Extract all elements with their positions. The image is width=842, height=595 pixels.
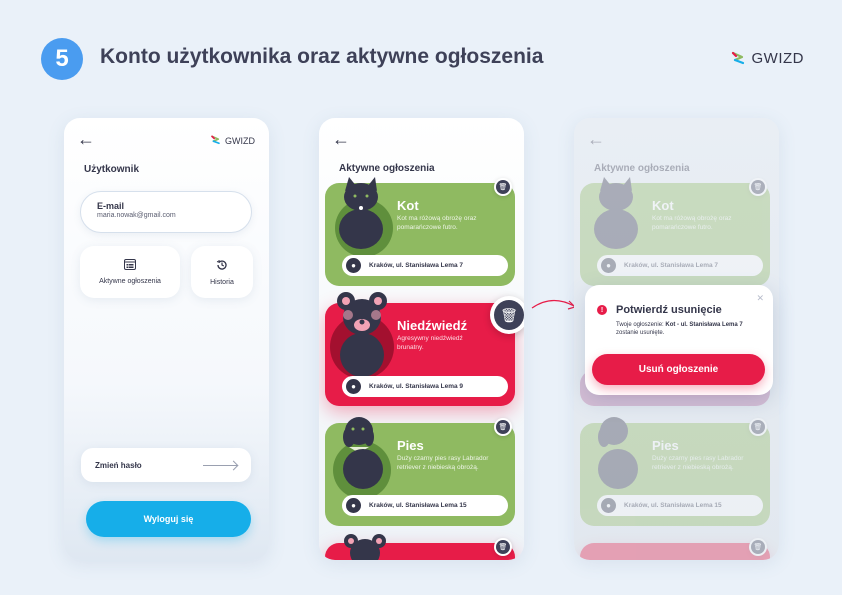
section-title: Aktywne ogłoszenia [594, 163, 690, 174]
email-label: E-mail [97, 201, 125, 211]
message-item: Kot - ul. Stanisława Lema 7 [665, 322, 743, 328]
brand-logo-small: GWIZD [210, 135, 255, 146]
trash-icon: 🗑 [496, 180, 510, 194]
close-icon[interactable]: ✕ [756, 293, 764, 304]
ad-title: Pies [652, 438, 679, 453]
delete-ad-button[interactable]: 🗑 [494, 178, 512, 196]
ad-address: ● Kraków, ul. Stanisława Lema 7 [342, 255, 508, 276]
location-pin-icon: ● [601, 498, 616, 513]
ad-description: Kot ma różową obrożę oraz pomarańczowe f… [397, 215, 477, 231]
ad-address: ● Kraków, ul. Stanisława Lema 9 [342, 376, 508, 397]
ad-description: Kot ma różową obrożę oraz pomarańczowe f… [652, 215, 732, 231]
trash-icon: 🗑 [494, 300, 524, 330]
message-prefix: Twoje ogłoszenie: [616, 322, 664, 328]
ad-address: ● Kraków, ul. Stanisława Lema 15 [342, 495, 508, 516]
step-number-badge: 5 [41, 38, 83, 80]
gwizd-logo-icon [731, 51, 744, 64]
ad-title: Pies [397, 438, 424, 453]
email-field[interactable]: E-mail maria.nowak@gmail.com [80, 191, 252, 233]
history-icon [216, 259, 228, 274]
change-password-button[interactable]: Zmień hasło [81, 448, 251, 482]
change-password-label: Zmień hasło [95, 460, 142, 470]
delete-ad-button[interactable]: 🗑 [494, 418, 512, 436]
gwizd-logo-icon [211, 135, 220, 145]
arrow-left-icon: ← [587, 129, 605, 149]
history-tile[interactable]: Historia [191, 246, 253, 298]
trash-icon: 🗑 [751, 180, 765, 194]
location-pin-icon: ● [346, 498, 361, 513]
ad-description: Duży czarny pies rasy Labrador retriever… [397, 455, 489, 471]
ad-title: Niedźwiedź [397, 318, 468, 333]
ad-card: Kot Kot ma różową obrożę oraz pomarańczo… [580, 177, 770, 286]
list-board-icon [124, 259, 136, 273]
delete-ad-button: 🗑 [749, 178, 767, 196]
ad-card: Pies Duży czarny pies rasy Labrador retr… [580, 417, 770, 526]
brand-name: GWIZD [225, 135, 255, 146]
dialog-title: Potwierdź usunięcie [616, 304, 722, 316]
ad-title: Kot [397, 198, 419, 213]
delete-ad-button[interactable]: 🗑 [494, 538, 512, 556]
trash-icon: 🗑 [751, 420, 765, 434]
alert-icon: ! [597, 305, 607, 315]
arrow-left-icon[interactable]: ← [77, 129, 95, 150]
address-text: Kraków, ul. Stanisława Lema 9 [369, 383, 464, 390]
ad-address: ● Kraków, ul. Stanisława Lema 15 [597, 495, 763, 516]
delete-ad-button[interactable]: 🗑 [490, 296, 524, 334]
delete-ad-button: 🗑 [749, 418, 767, 436]
trash-icon: 🗑 [751, 540, 765, 554]
address-text: Kraków, ul. Stanisława Lema 7 [624, 262, 719, 269]
ad-card[interactable]: Niedźwiedź Agresywny niedźwiedź brunatny… [325, 292, 524, 406]
ad-card[interactable]: 🗑 [325, 534, 515, 560]
arrow-left-icon[interactable]: ← [332, 129, 350, 150]
address-text: Kraków, ul. Stanisława Lema 15 [369, 502, 467, 509]
dog-illustration [598, 417, 638, 489]
location-pin-icon: ● [346, 258, 361, 273]
active-ads-tile[interactable]: Aktywne ogłoszenia [80, 246, 180, 298]
delete-ad-confirm-button[interactable]: Usuń ogłoszenie [592, 354, 765, 385]
tile-label: Historia [210, 278, 234, 286]
ad-card: 🗑 [580, 538, 770, 560]
card-background [580, 543, 770, 560]
email-value: maria.nowak@gmail.com [97, 212, 176, 219]
brand-logo: GWIZD [730, 50, 805, 67]
bear-illustration [344, 534, 386, 560]
curved-arrow-icon [531, 299, 577, 310]
arrow-right-icon [203, 464, 237, 466]
page-title: Konto użytkownika oraz aktywne ogłoszeni… [100, 45, 544, 68]
ad-card[interactable]: Kot Kot ma różową obrożę oraz pomarańczo… [325, 177, 515, 286]
cat-illustration [339, 177, 383, 249]
location-pin-icon: ● [601, 258, 616, 273]
bear-illustration [337, 292, 387, 377]
confirm-delete-dialog: ! Potwierdź usunięcie ✕ Twoje ogłoszenie… [585, 285, 773, 395]
trash-icon: 🗑 [496, 540, 510, 554]
brand-name: GWIZD [751, 50, 804, 67]
tile-label: Aktywne ogłoszenia [99, 278, 161, 285]
ad-description: Agresywny niedźwiedź brunatny. [397, 335, 463, 351]
address-text: Kraków, ul. Stanisława Lema 15 [624, 502, 722, 509]
dialog-message: Twoje ogłoszenie: Kot - ul. Stanisława L… [616, 321, 766, 337]
section-title: Użytkownik [84, 164, 140, 175]
dog-illustration [343, 417, 383, 489]
account-screen: ← GWIZD Użytkownik E-mail maria.nowak@gm… [64, 118, 269, 560]
location-pin-icon: ● [346, 379, 361, 394]
delete-ad-button: 🗑 [749, 538, 767, 556]
section-title: Aktywne ogłoszenia [339, 163, 435, 174]
address-text: Kraków, ul. Stanisława Lema 7 [369, 262, 464, 269]
logout-button[interactable]: Wyloguj się [86, 501, 251, 537]
trash-icon: 🗑 [496, 420, 510, 434]
ad-title: Kot [652, 198, 674, 213]
ad-description: Duży czarny pies rasy Labrador retriever… [652, 455, 744, 471]
cat-illustration [594, 177, 638, 249]
ad-card[interactable]: Pies Duży czarny pies rasy Labrador retr… [325, 417, 515, 526]
message-suffix: zostanie usunięte. [616, 330, 665, 336]
ad-address: ● Kraków, ul. Stanisława Lema 7 [597, 255, 763, 276]
active-ads-screen: ← Aktywne ogłoszenia Kot Kot ma różową o… [319, 118, 524, 560]
